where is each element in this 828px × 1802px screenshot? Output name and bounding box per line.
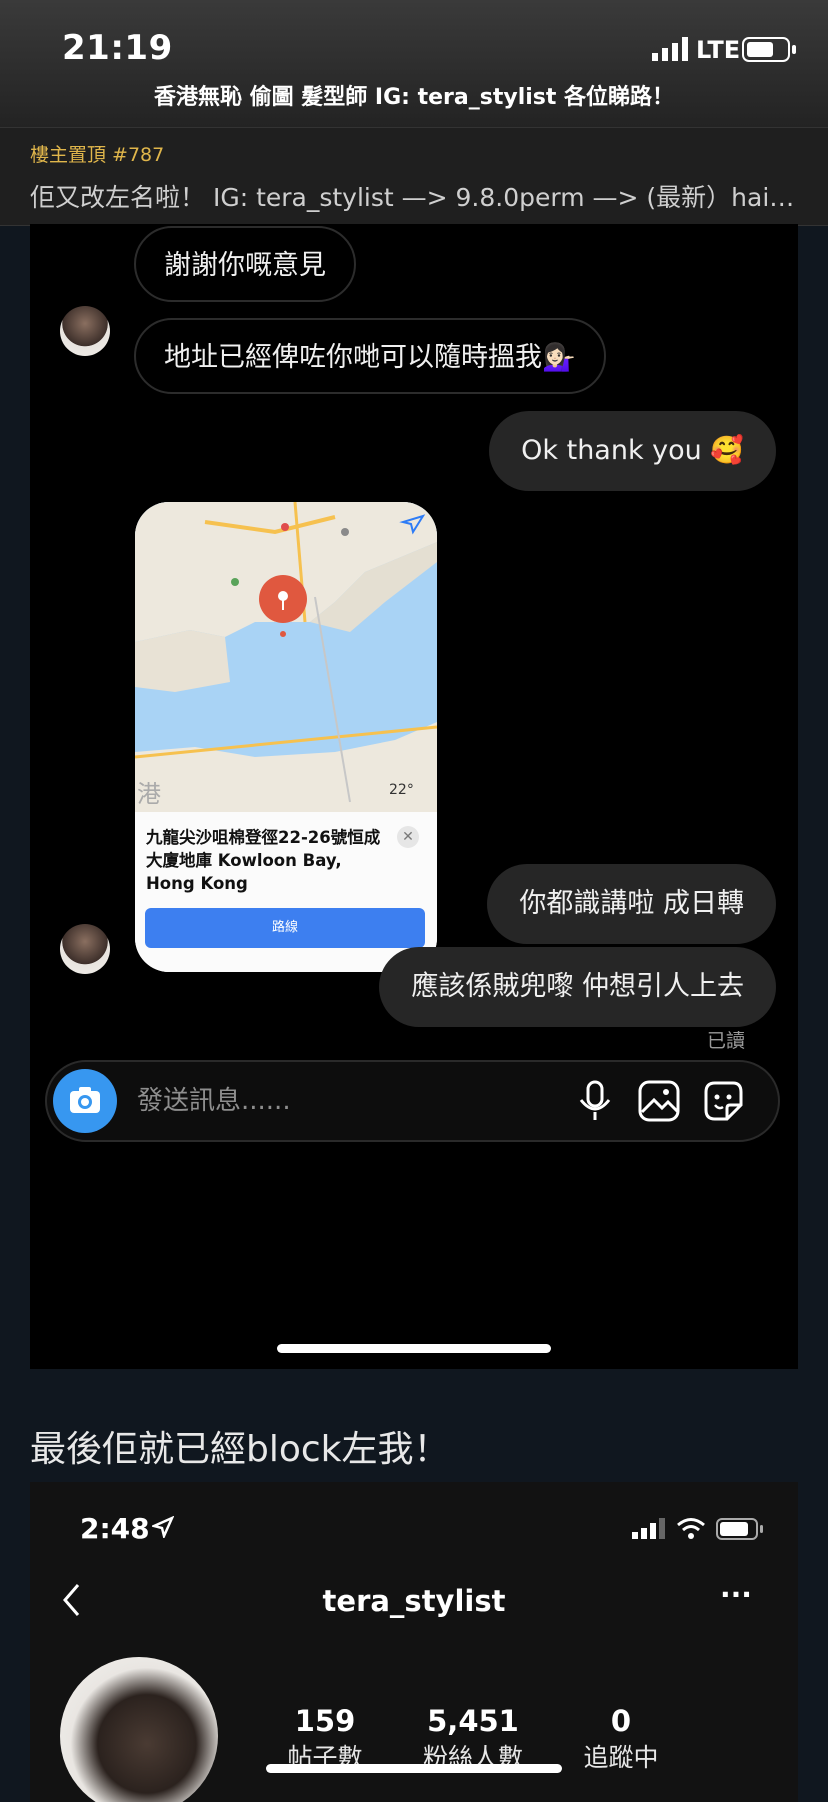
home-indicator (266, 1764, 562, 1773)
more-options-icon[interactable]: ··· (720, 1578, 752, 1611)
message-composer[interactable]: 發送訊息...... (45, 1060, 780, 1142)
pinned-text[interactable]: 佢又改左名啦！ IG: tera_stylist —> 9.8.0perm —>… (30, 178, 800, 214)
pinned-label: 樓主置頂 #787 (30, 144, 165, 166)
gallery-icon[interactable] (636, 1078, 682, 1124)
message-bubble-outgoing: 你都識講啦 成日轉 (487, 864, 776, 944)
profile-screenshot: 2:48 tera_stylist ··· 159 帖子數 5,451 粉絲人數… (30, 1482, 798, 1802)
close-icon[interactable]: ✕ (397, 826, 419, 848)
home-indicator (277, 1344, 551, 1353)
signal-icon (632, 1518, 665, 1539)
followers-count: 5,451 (427, 1704, 519, 1738)
carrier-label: LTE (696, 36, 741, 64)
microphone-icon[interactable] (572, 1078, 618, 1124)
message-bubble-incoming: 地址已經俾咗你哋可以隨時搵我💁🏻‍♀️ (134, 318, 606, 394)
location-arrow-icon (152, 1516, 174, 1538)
avatar (60, 924, 110, 974)
dm-screenshot: 謝謝你嘅意見 地址已經俾咗你哋可以隨時搵我💁🏻‍♀️ Ok thank you … (30, 224, 798, 1369)
camera-icon (70, 1087, 100, 1113)
signal-icon (652, 37, 688, 61)
sticker-icon[interactable] (700, 1078, 746, 1124)
camera-button[interactable] (53, 1069, 117, 1133)
following-label[interactable]: 追蹤中 (541, 1738, 701, 1774)
map-label: 港 (137, 780, 161, 808)
map-temperature: 22° (389, 782, 414, 798)
battery-icon (742, 37, 796, 62)
wifi-icon (677, 1518, 705, 1539)
avatar (60, 306, 110, 356)
location-address: 九龍尖沙咀棉登徑22-26號恒成大廈地庫 Kowloon Bay, Hong K… (146, 828, 381, 893)
status-time: 21:19 (62, 28, 173, 68)
profile-avatar[interactable] (60, 1657, 218, 1802)
message-bubble-outgoing: 應該係賊兜嚟 仲想引人上去 (379, 947, 776, 1027)
post-caption: 最後佢就已經block左我！ (30, 1429, 450, 1470)
battery-icon (716, 1518, 763, 1540)
posts-count: 159 (294, 1704, 356, 1738)
thread-title: 香港無恥 偷圖 髮型師 IG: tera_stylist 各位睇路！ (153, 85, 675, 110)
message-bubble-incoming: 謝謝你嘅意見 (134, 226, 356, 302)
route-button[interactable]: 路線 (145, 908, 425, 948)
message-bubble-outgoing: Ok thank you 🥰 (489, 411, 776, 491)
status-time: 2:48 (80, 1512, 150, 1545)
location-info: 九龍尖沙咀棉登徑22-26號恒成大廈地庫 Kowloon Bay, Hong K… (135, 812, 437, 972)
following-count: 0 (610, 1704, 632, 1738)
profile-username: tera_stylist (322, 1584, 506, 1618)
message-input[interactable]: 發送訊息...... (137, 1062, 291, 1140)
map-image (135, 502, 437, 812)
read-receipt: 已讀 (706, 1030, 745, 1052)
location-card[interactable]: 港 22° 九龍尖沙咀棉登徑22-26號恒成大廈地庫 Kowloon Bay, … (135, 502, 437, 972)
